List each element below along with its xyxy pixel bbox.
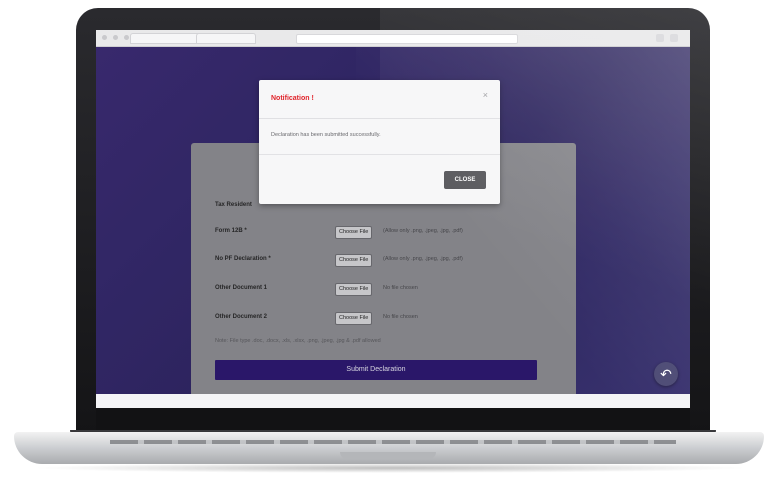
laptop-notch [340,452,436,459]
window-minimize-icon[interactable] [113,35,118,40]
window-close-icon[interactable] [102,35,107,40]
browser-tab-secondary[interactable] [196,33,256,44]
browser-toolbar [96,30,690,47]
window-controls [102,33,129,41]
page-footer [96,394,690,408]
laptop-keyboard-edge [110,440,676,444]
browser-menu-icon[interactable] [656,34,664,42]
laptop-bezel [96,408,690,430]
browser-extension-icon[interactable] [670,34,678,42]
page-background: Tax Resident Form 12B * Choose File (All… [96,47,690,394]
close-icon[interactable]: × [483,90,488,100]
browser-tab[interactable] [130,33,204,44]
modal-title: Notification ! [271,95,314,102]
modal-divider [259,154,500,155]
address-bar[interactable] [296,34,518,44]
modal-close-button[interactable]: CLOSE [444,171,486,189]
modal-message: Declaration has been submitted successfu… [271,132,381,138]
window-maximize-icon[interactable] [124,35,129,40]
back-arrow-icon[interactable]: ↶ [654,362,678,386]
laptop-base [14,432,764,464]
laptop-screen: Tax Resident Form 12B * Choose File (All… [96,30,690,408]
modal-header: Notification ! × [259,80,500,119]
laptop-shadow [30,463,750,473]
notification-modal: Notification ! × Declaration has been su… [259,80,500,204]
